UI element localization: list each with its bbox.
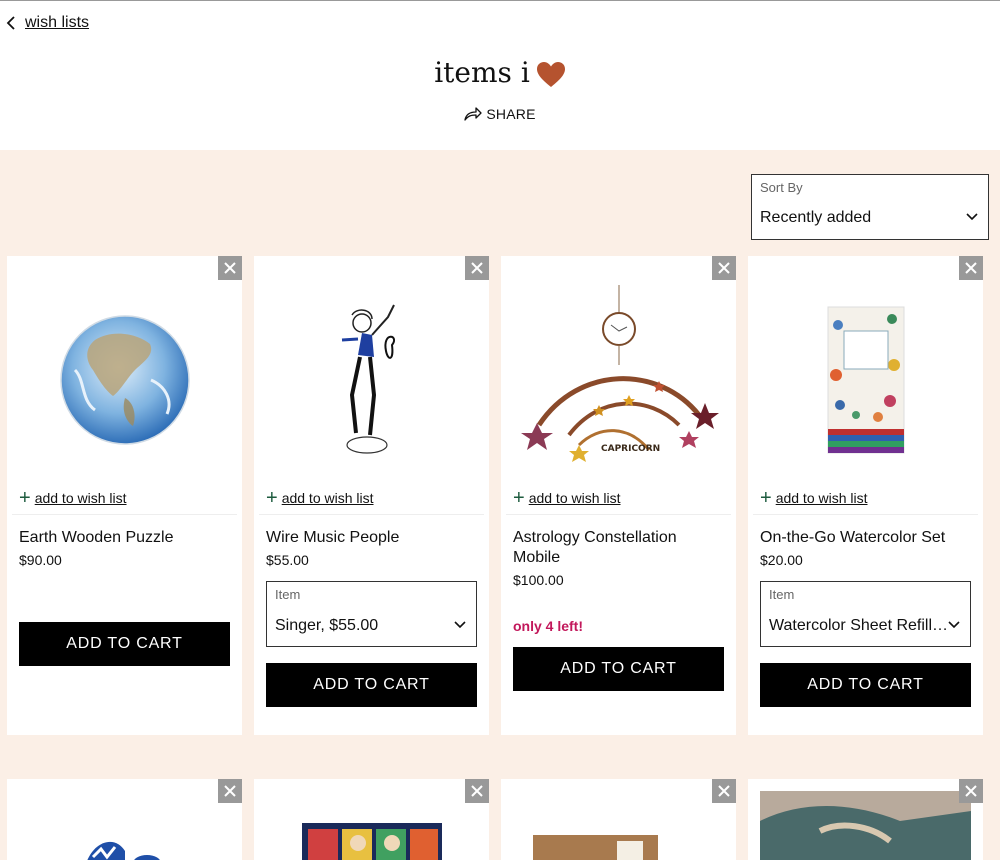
add-to-wish-list-label: add to wish list <box>281 490 374 506</box>
add-to-wish-list-link[interactable]: + add to wish list <box>760 487 868 509</box>
add-to-wish-list-link[interactable]: + add to wish list <box>19 487 127 509</box>
remove-item-button[interactable] <box>712 779 736 803</box>
product-card: + add to wish list On-the-Go Watercolor … <box>748 256 983 735</box>
close-icon <box>224 785 236 797</box>
constellation-mobile-image: CAPRICORN <box>520 285 719 462</box>
item-variant-label: Item <box>275 587 301 602</box>
divider <box>259 514 484 515</box>
product-card: + add to wish list Wire Music People $55… <box>254 256 489 735</box>
add-to-cart-button[interactable]: ADD TO CART <box>266 663 477 707</box>
plus-icon: + <box>513 487 525 509</box>
remove-item-button[interactable] <box>959 256 983 280</box>
close-icon <box>965 262 977 274</box>
product-price: $90.00 <box>19 552 62 568</box>
page-title: items i <box>0 56 1000 89</box>
earth-puzzle-image <box>59 315 190 445</box>
plus-icon: + <box>19 487 31 509</box>
close-icon <box>471 262 483 274</box>
add-to-wish-list-link[interactable]: + add to wish list <box>513 487 621 509</box>
remove-item-button[interactable] <box>465 256 489 280</box>
item-variant-value: Watercolor Sheet Refill Pack <box>769 617 949 634</box>
heart-icon <box>536 57 566 89</box>
product-card <box>254 779 489 860</box>
item-variant-label: Item <box>769 587 795 602</box>
product-image-partial[interactable] <box>760 791 971 860</box>
product-card: CAPRICORN + add to wish list Astrology C… <box>501 256 736 735</box>
add-to-cart-button[interactable]: ADD TO CART <box>513 647 724 691</box>
add-to-wish-list-label: add to wish list <box>34 490 127 506</box>
item-variant-value: Singer, $55.00 <box>275 617 379 634</box>
product-image-watercolor-set[interactable] <box>748 280 983 480</box>
add-to-wish-list-link[interactable]: + add to wish list <box>266 487 374 509</box>
divider <box>506 514 731 515</box>
remove-item-button[interactable] <box>959 779 983 803</box>
divider <box>753 514 978 515</box>
product-price: $20.00 <box>760 552 803 568</box>
watercolor-set-image <box>827 306 904 454</box>
share-button[interactable]: SHARE <box>464 106 535 122</box>
product-name[interactable]: Astrology Constellation Mobile <box>513 528 725 568</box>
close-icon <box>718 785 730 797</box>
add-to-wish-list-label: add to wish list <box>528 490 621 506</box>
product-image-partial[interactable] <box>533 835 658 860</box>
product-image-partial[interactable] <box>302 823 442 860</box>
product-card <box>7 779 242 860</box>
plus-icon: + <box>760 487 772 509</box>
product-card <box>501 779 736 860</box>
product-name[interactable]: On-the-Go Watercolor Set <box>760 528 972 548</box>
remove-item-button[interactable] <box>218 256 242 280</box>
product-image-partial[interactable] <box>85 831 165 860</box>
close-icon <box>224 262 236 274</box>
product-image-astrology-mobile[interactable]: CAPRICORN <box>501 280 736 480</box>
back-link-label: wish lists <box>25 14 90 31</box>
chevron-down-icon <box>948 621 960 629</box>
chevron-down-icon <box>454 621 466 629</box>
item-variant-select[interactable]: Item Watercolor Sheet Refill Pack <box>760 581 971 647</box>
product-name[interactable]: Earth Wooden Puzzle <box>19 528 231 548</box>
share-row: SHARE <box>0 106 1000 122</box>
product-name[interactable]: Wire Music People <box>266 528 478 548</box>
remove-item-button[interactable] <box>465 779 489 803</box>
wire-singer-image <box>341 304 395 454</box>
divider <box>12 514 237 515</box>
remove-item-button[interactable] <box>712 256 736 280</box>
chevron-left-icon <box>6 16 15 30</box>
share-label: SHARE <box>486 106 536 122</box>
product-card <box>748 779 983 860</box>
product-image-earth-puzzle[interactable] <box>7 280 242 480</box>
product-image-wire-people[interactable] <box>254 280 489 480</box>
chevron-down-icon <box>966 213 978 221</box>
add-to-cart-button[interactable]: ADD TO CART <box>760 663 971 707</box>
product-price: $100.00 <box>513 572 564 588</box>
product-card: + add to wish list Earth Wooden Puzzle $… <box>7 256 242 735</box>
plus-icon: + <box>266 487 278 509</box>
close-icon <box>471 785 483 797</box>
sort-by-select[interactable]: Sort By Recently added <box>751 174 989 240</box>
page-title-text: items i <box>434 56 530 89</box>
back-to-wish-lists-link[interactable]: wish lists <box>6 14 89 32</box>
sort-by-label: Sort By <box>760 180 803 195</box>
close-icon <box>965 785 977 797</box>
share-arrow-icon <box>464 107 483 121</box>
low-stock-note: only 4 left! <box>513 618 584 634</box>
add-to-cart-button[interactable]: ADD TO CART <box>19 622 230 666</box>
remove-item-button[interactable] <box>218 779 242 803</box>
add-to-wish-list-label: add to wish list <box>775 490 868 506</box>
product-price: $55.00 <box>266 552 309 568</box>
sort-by-value: Recently added <box>760 209 872 226</box>
svg-text:CAPRICORN: CAPRICORN <box>601 444 660 454</box>
top-divider <box>0 0 1000 1</box>
close-icon <box>718 262 730 274</box>
item-variant-select[interactable]: Item Singer, $55.00 <box>266 581 477 647</box>
